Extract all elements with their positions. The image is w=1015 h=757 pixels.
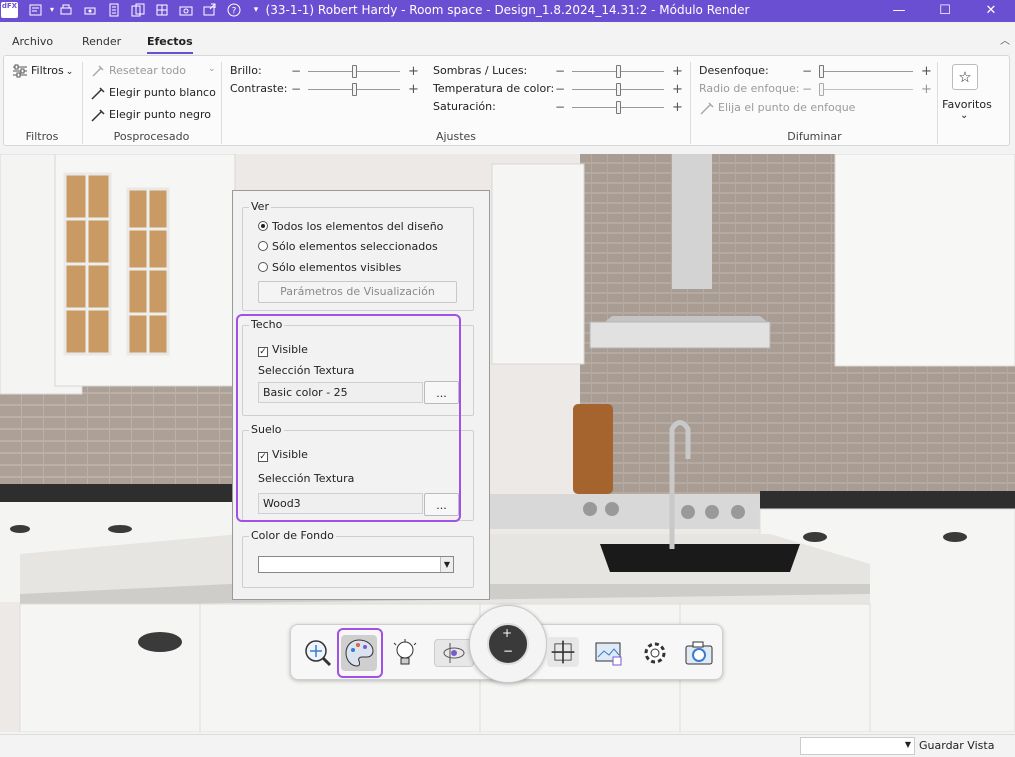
chevron-down-icon: ⌄	[208, 64, 216, 74]
saturacion-slider[interactable]: − +	[555, 101, 683, 115]
zoom-in-icon[interactable]: +	[502, 626, 512, 640]
sombras-label: Sombras / Luces:	[433, 64, 528, 77]
zoom-pan-icon[interactable]	[299, 635, 335, 671]
reset-icon	[92, 65, 104, 77]
fondo-legend: Color de Fondo	[249, 529, 336, 542]
status-bar: ▼ Guardar Vista	[0, 734, 1015, 757]
desenfoque-label: Desenfoque:	[699, 64, 769, 77]
brillo-slider[interactable]: − +	[291, 65, 419, 79]
close-icon[interactable]: ✕	[968, 0, 1014, 22]
eyedropper-icon	[700, 102, 714, 115]
black-point-button[interactable]: Elegir punto negro	[90, 108, 211, 122]
radio-todos[interactable]: Todos los elementos del diseño	[258, 220, 443, 233]
fit-view-icon[interactable]	[547, 637, 579, 667]
ribbon: Filtros ⌄ Filtros Resetear todo ⌄ Elegir p…	[3, 55, 1010, 146]
radio-seleccionados[interactable]: Sólo elementos seleccionados	[258, 240, 438, 253]
black-point-label: Elegir punto negro	[109, 108, 212, 121]
radio-enfoque-slider[interactable]: − +	[802, 83, 932, 97]
contraste-label: Contraste:	[230, 82, 288, 95]
radio-dot-icon	[258, 221, 268, 231]
filtros-button[interactable]: Filtros ⌄	[12, 64, 73, 78]
reset-all-button[interactable]: Resetear todo ⌄	[90, 64, 216, 78]
image-view-icon[interactable]	[591, 635, 627, 671]
ver-legend: Ver	[249, 200, 271, 213]
chevron-down-icon[interactable]: ▼	[440, 557, 453, 572]
lightbulb-icon[interactable]	[387, 635, 423, 671]
temperatura-label: Temperatura de color:	[433, 82, 555, 95]
zoom-out-icon[interactable]: −	[503, 644, 513, 658]
separator	[937, 62, 938, 144]
sliders-icon	[13, 64, 27, 78]
visualization-params-button[interactable]: Parámetros de Visualización	[258, 281, 457, 303]
chevron-down-icon[interactable]: ⌄	[960, 110, 968, 121]
window-title: (33-1-1) Robert Hardy - Room space - Des…	[265, 3, 750, 17]
separator	[690, 62, 691, 144]
chevron-down-icon: ▼	[904, 740, 911, 749]
view-select[interactable]: ▼	[800, 737, 915, 755]
eyedropper-icon	[91, 87, 105, 100]
group-label-difuminar: Difuminar	[787, 130, 842, 143]
camera-icon[interactable]	[681, 635, 717, 671]
techo-suelo-highlight	[236, 314, 461, 522]
ribbon-tabs: Archivo Render Efectos ︿	[0, 22, 1015, 54]
temperatura-slider[interactable]: − +	[555, 83, 683, 97]
radio-dot-icon	[258, 262, 268, 272]
ver-group: Ver Todos los elementos del diseño Sólo …	[242, 200, 474, 311]
navigation-toolbar: + −	[290, 605, 723, 683]
filtros-label: Filtros	[31, 64, 64, 77]
tab-efectos[interactable]: Efectos	[147, 35, 193, 54]
chevron-down-icon: ⌄	[65, 67, 74, 77]
radio-todos-label: Todos los elementos del diseño	[272, 220, 444, 233]
eyedropper-icon	[91, 109, 105, 122]
sombras-slider[interactable]: − +	[555, 65, 683, 79]
saturacion-label: Saturación:	[433, 100, 496, 113]
palette-highlight	[337, 628, 383, 678]
gear-icon[interactable]	[637, 635, 673, 671]
radio-seleccionados-label: Sólo elementos seleccionados	[272, 240, 438, 253]
contraste-slider[interactable]: − +	[291, 83, 419, 97]
separator	[221, 62, 222, 144]
focus-point-button[interactable]: Elija el punto de enfoque	[699, 101, 855, 115]
separator	[82, 62, 83, 144]
white-point-label: Elegir punto blanco	[109, 86, 216, 99]
star-icon[interactable]: ☆	[952, 64, 978, 90]
collapse-ribbon-icon[interactable]: ︿	[1000, 32, 1010, 47]
minimize-icon[interactable]: —	[876, 0, 922, 22]
fondo-group: Color de Fondo ▼	[242, 529, 474, 588]
white-point-button[interactable]: Elegir punto blanco	[90, 86, 216, 100]
brillo-label: Brillo:	[230, 64, 262, 77]
group-label-ajustes: Ajustes	[435, 130, 477, 143]
group-label-filtros: Filtros	[25, 130, 59, 143]
desenfoque-slider[interactable]: − +	[802, 65, 932, 79]
focus-point-label: Elija el punto de enfoque	[718, 101, 856, 114]
tab-render[interactable]: Render	[82, 35, 121, 48]
radio-visibles[interactable]: Sólo elementos visibles	[258, 261, 401, 274]
tab-archivo[interactable]: Archivo	[12, 35, 53, 48]
radio-enfoque-label: Radio de enfoque:	[699, 82, 800, 95]
orbit-icon[interactable]	[434, 639, 474, 667]
radio-dot-icon	[258, 241, 268, 251]
title-bar: dFX ▾ ? ▾ (33-1-1) Robert Hardy - Room s…	[0, 0, 1015, 22]
maximize-icon[interactable]: ☐	[922, 0, 968, 22]
radio-visibles-label: Sólo elementos visibles	[272, 261, 402, 274]
reset-label: Resetear todo	[109, 64, 187, 77]
background-color-swatch[interactable]	[258, 556, 454, 573]
save-view-button[interactable]: Guardar Vista	[919, 739, 994, 752]
group-label-posprocesado: Posprocesado	[113, 130, 190, 143]
zoom-wheel[interactable]: + −	[469, 605, 547, 683]
